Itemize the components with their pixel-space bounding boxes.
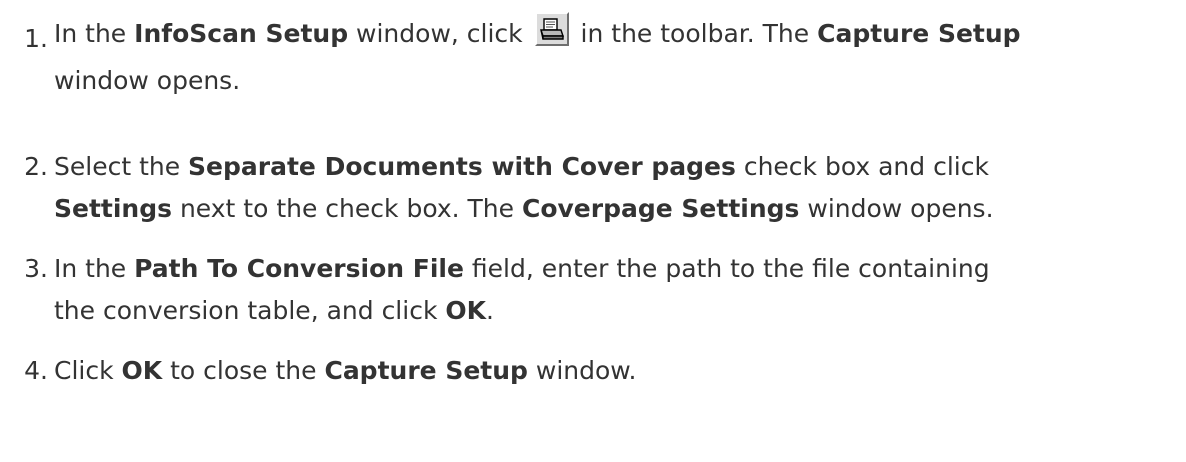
step-text: field, enter the path to the file contai…: [463, 254, 990, 283]
step-text: to close the: [162, 356, 325, 385]
ui-term: Settings: [54, 194, 173, 223]
step-text-line: window opens.: [54, 62, 240, 100]
step-text: window opens.: [799, 194, 994, 223]
step-number: 1.: [24, 24, 48, 53]
step-text-line: In the Path To Conversion File field, en…: [54, 250, 990, 288]
ui-term: OK: [121, 356, 163, 385]
step-text: window.: [527, 356, 637, 385]
step-text: next to the check box. The: [172, 194, 522, 223]
step-text-line: Settings next to the check box. The Cove…: [54, 190, 994, 228]
step-text: In the: [54, 254, 135, 283]
ui-term: OK: [445, 296, 486, 325]
step-text: window, click: [348, 19, 531, 48]
step-number: 3.: [24, 254, 48, 283]
ui-term: Coverpage Settings: [521, 194, 800, 223]
step-number: 2.: [24, 152, 48, 181]
ui-term: InfoScan Setup: [134, 19, 349, 48]
step-text-line: the conversion table, and click OK.: [54, 292, 494, 330]
ui-term: Separate Documents with Cover pages: [188, 152, 736, 181]
step-text: .: [486, 296, 494, 325]
ui-term: Capture Setup: [817, 19, 1021, 48]
step-text: Select the: [54, 152, 189, 181]
step-text-line: Click OK to close the Capture Setup wind…: [54, 352, 636, 390]
step-number: 4.: [24, 356, 48, 385]
ui-term: Capture Setup: [324, 356, 528, 385]
step-text: In the: [54, 19, 135, 48]
ui-term: Path To Conversion File: [134, 254, 464, 283]
step-text-line: Select the Separate Documents with Cover…: [54, 148, 989, 186]
step-text: window opens.: [54, 66, 241, 95]
step-text: Click: [54, 356, 122, 385]
step-text: check box and click: [735, 152, 989, 181]
step-text-line: In the InfoScan Setup window, click in t…: [54, 12, 1021, 53]
scanner-settings-icon: [534, 12, 569, 46]
step-text: in the toolbar. The: [572, 19, 818, 48]
step-text: the conversion table, and click: [54, 296, 446, 325]
